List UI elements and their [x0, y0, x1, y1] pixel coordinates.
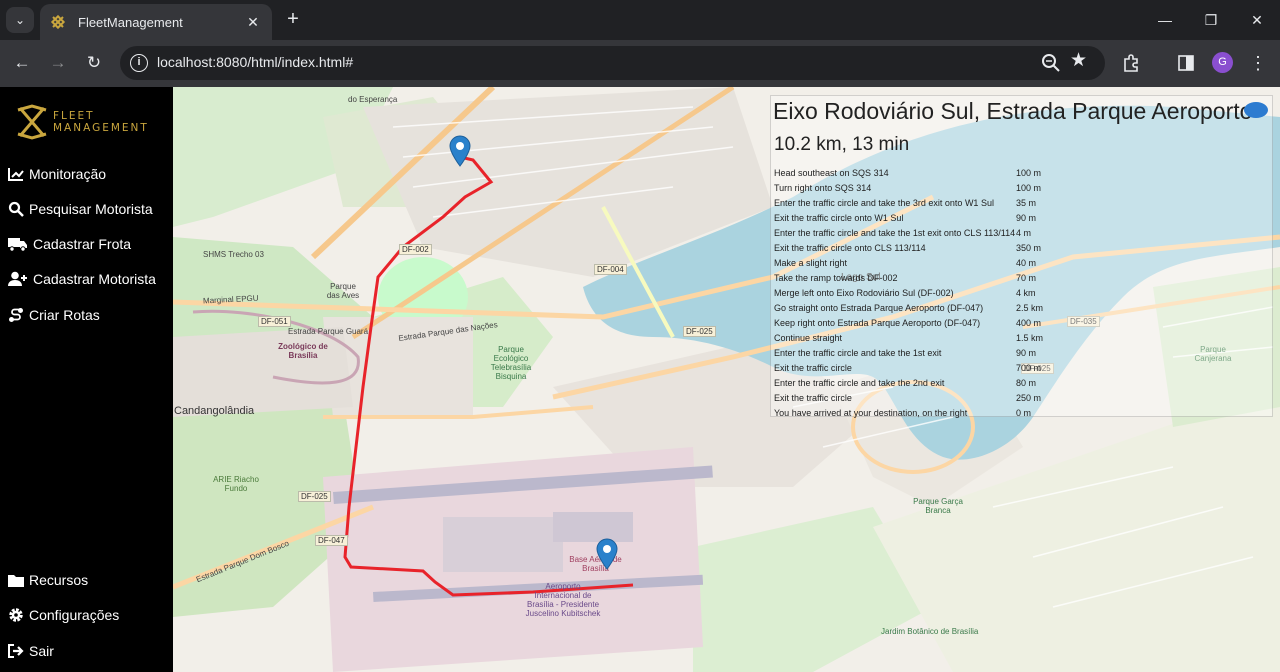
map-label-candangolandia: Candangolândia [174, 405, 255, 417]
search-icon [7, 200, 25, 218]
route-map[interactable]: do Esperança Parque das Aves Zoológico d… [173, 87, 1280, 672]
route-step[interactable]: Exit the traffic circle onto CLS 113/114… [774, 241, 1056, 256]
road-shield: DF-051 [258, 316, 291, 327]
route-step[interactable]: Enter the traffic circle and take the 1s… [774, 346, 1056, 361]
address-bar[interactable]: i localhost:8080/html/index.html# ★ [120, 46, 1105, 80]
site-info-icon[interactable]: i [130, 54, 148, 72]
route-step[interactable]: Go straight onto Estrada Parque Aeroport… [774, 301, 1056, 316]
route-steps: Head southeast on SQS 314 100 m Turn righ… [774, 166, 1056, 421]
road-shield: DF-025 [683, 326, 716, 337]
route-step[interactable]: Enter the traffic circle and take the 3r… [774, 196, 1056, 211]
url-text[interactable]: localhost:8080/html/index.html# [157, 54, 353, 70]
collapse-route-button[interactable] [1244, 102, 1268, 118]
route-step[interactable]: Exit the traffic circle onto W1 Sul 90 m [774, 211, 1056, 226]
route-step[interactable]: Enter the traffic circle and take the 2n… [774, 376, 1056, 391]
map-label-jardim-botanico: Jardim Botânico de Brasília [881, 627, 979, 636]
browser-tabstrip: ⌄ FleetManagement ✕ + — ❐ ✕ [0, 0, 1280, 40]
browser-toolbar: ← → ↻ i localhost:8080/html/index.html# … [0, 40, 1280, 87]
route-step[interactable]: Head southeast on SQS 314 100 m [774, 166, 1056, 181]
end-marker-icon[interactable] [596, 538, 618, 570]
browser-tab[interactable]: FleetManagement ✕ [40, 4, 272, 40]
sidebar-item-label: Configurações [29, 607, 120, 623]
sidebar-item-cadastrar-frota[interactable]: Cadastrar Frota [7, 232, 131, 256]
bookmark-star-icon[interactable]: ★ [1070, 49, 1087, 72]
sidebar-item-monitoracao[interactable]: Monitoração [7, 162, 106, 186]
browser-menu-icon[interactable]: ⋮ [1246, 51, 1270, 75]
start-marker-icon[interactable] [449, 135, 471, 167]
route-step[interactable]: Merge left onto Eixo Rodoviário Sul (DF-… [774, 286, 1056, 301]
close-window-button[interactable]: ✕ [1234, 0, 1280, 40]
road-shield: DF-047 [315, 535, 348, 546]
truck-icon [7, 235, 29, 253]
tab-title: FleetManagement [78, 14, 183, 30]
sidebar-item-sair[interactable]: Sair [7, 639, 54, 663]
side-panel-icon[interactable] [1174, 51, 1198, 75]
route-step[interactable]: You have arrived at your destination, on… [774, 406, 1056, 421]
road-shield: DF-004 [594, 264, 627, 275]
logo-line-1: FLEET [53, 110, 95, 122]
sidebar-item-pesquisar-motorista[interactable]: Pesquisar Motorista [7, 197, 153, 221]
route-step[interactable]: Keep right onto Estrada Parque Aeroporto… [774, 316, 1056, 331]
sidebar-item-label: Cadastrar Motorista [33, 271, 156, 287]
gear-icon [7, 606, 25, 624]
road-shield: DF-025 [298, 491, 331, 502]
new-tab-button[interactable]: + [282, 8, 304, 30]
sidebar-item-label: Recursos [29, 572, 89, 588]
sidebar-item-label: Sair [29, 643, 54, 659]
map-label-parque-ecologico: Parque Ecológico Telebrasília Bisquina [490, 345, 532, 381]
route-icon [7, 306, 25, 324]
route-step[interactable]: Enter the traffic circle and take the 1s… [774, 226, 1056, 241]
tab-close-icon[interactable]: ✕ [244, 14, 262, 31]
sidebar-item-label: Cadastrar Frota [33, 236, 132, 252]
sidebar-item-recursos[interactable]: Recursos [7, 568, 88, 592]
folder-icon [7, 571, 25, 589]
app-sidebar: FLEET MANAGEMENT Monitoração Pesquisar M… [0, 87, 173, 672]
route-step[interactable]: Exit the traffic circle 250 m [774, 391, 1056, 406]
chart-line-icon [7, 165, 25, 183]
route-step[interactable]: Exit the traffic circle 700 m [774, 361, 1056, 376]
sign-out-icon [7, 642, 25, 660]
logo-line-2: MANAGEMENT [53, 122, 149, 134]
logo-icon [17, 104, 47, 140]
back-button[interactable]: ← [9, 50, 35, 76]
tab-search-button[interactable]: ⌄ [6, 7, 34, 33]
route-step[interactable]: Turn right onto SQS 314 100 m [774, 181, 1056, 196]
sidebar-item-label: Criar Rotas [29, 307, 100, 323]
map-label-aeroporto: Aeroporto Internacional de Brasília - Pr… [525, 582, 601, 618]
route-summary: 10.2 km, 13 min [774, 134, 910, 155]
map-label-zoologico: Zoológico de Brasília [278, 342, 328, 360]
map-label-shms: SHMS Trecho 03 [203, 250, 264, 259]
favicon-icon [50, 14, 66, 30]
map-label-riacho-fundo: ARIE Riacho Fundo [213, 475, 259, 493]
routing-panel: Eixo Rodoviário Sul, Estrada Parque Aero… [770, 95, 1273, 418]
restore-button[interactable]: ❐ [1188, 0, 1234, 40]
route-step[interactable]: Make a slight right 40 m [774, 256, 1056, 271]
sidebar-item-label: Monitoração [29, 166, 107, 182]
sidebar-item-cadastrar-motorista[interactable]: Cadastrar Motorista [7, 267, 156, 291]
user-plus-icon [7, 270, 29, 288]
road-shield: DF-002 [399, 244, 432, 255]
sidebar-item-label: Pesquisar Motorista [29, 201, 153, 217]
extensions-icon[interactable] [1120, 51, 1144, 75]
map-label-estrada-guara: Estrada Parque Guará [288, 327, 369, 336]
forward-button[interactable]: → [45, 50, 71, 76]
fleet-logo: FLEET MANAGEMENT [14, 104, 149, 140]
profile-avatar[interactable]: G [1212, 52, 1233, 73]
reload-button[interactable]: ↻ [81, 50, 107, 76]
route-title: Eixo Rodoviário Sul, Estrada Parque Aero… [773, 98, 1253, 124]
map-label-garca-branca: Parque Garça Branca [913, 497, 963, 515]
route-step[interactable]: Take the ramp towards DF-002 70 m [774, 271, 1056, 286]
map-label-parque-aves: Parque das Aves [326, 282, 360, 300]
route-step[interactable]: Continue straight 1.5 km [774, 331, 1056, 346]
sidebar-item-criar-rotas[interactable]: Criar Rotas [7, 303, 100, 327]
map-label-esperanca: do Esperança [348, 95, 398, 104]
zoom-icon[interactable] [1040, 52, 1062, 74]
sidebar-item-configuracoes[interactable]: Configurações [7, 603, 119, 627]
minimize-button[interactable]: — [1142, 0, 1188, 40]
